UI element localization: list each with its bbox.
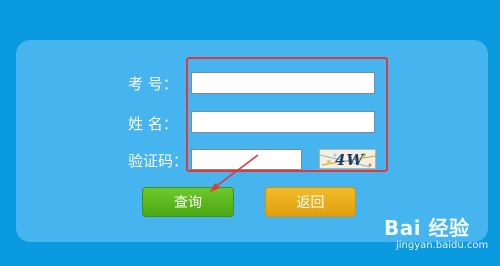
query-button[interactable]: 查询: [142, 187, 234, 217]
captcha-text: 4W: [335, 151, 365, 169]
watermark-brand: Bai 经验: [384, 216, 470, 240]
name-label: 姓 名：: [128, 115, 178, 133]
exam-number-label: 考 号：: [128, 75, 178, 93]
exam-number-input[interactable]: [191, 72, 375, 94]
captcha-image[interactable]: 4W: [319, 149, 376, 169]
captcha-label: 验证码：: [128, 152, 189, 170]
name-input[interactable]: [191, 111, 375, 133]
captcha-input[interactable]: [191, 149, 302, 170]
back-button[interactable]: 返回: [265, 187, 356, 217]
baidu-watermark: Bai 经验 jingyan.baidu.com: [384, 212, 488, 251]
watermark-url: jingyan.baidu.com: [396, 240, 489, 251]
